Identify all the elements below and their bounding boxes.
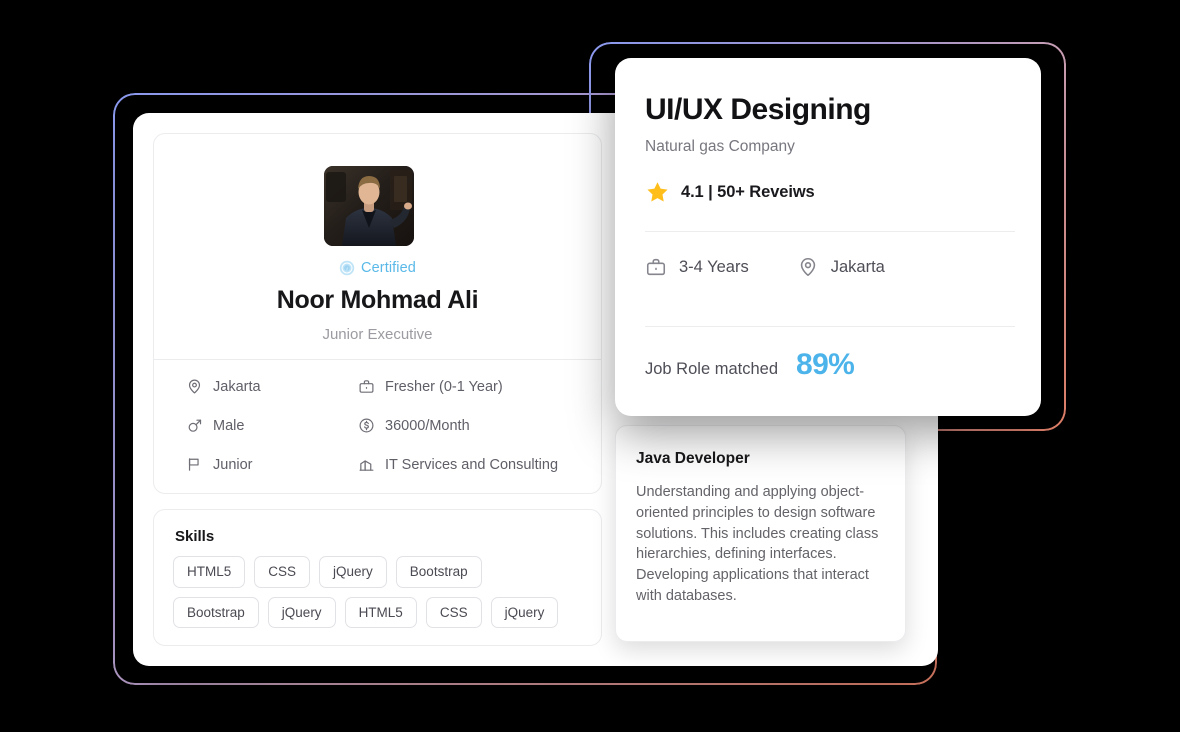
skill-chip[interactable]: jQuery bbox=[490, 596, 559, 629]
location-pin-icon bbox=[188, 379, 201, 394]
skill-chip[interactable]: HTML5 bbox=[344, 596, 417, 629]
detail-experience-value: Fresher (0-1 Year) bbox=[385, 378, 503, 395]
detail-location: Jakarta bbox=[186, 378, 358, 395]
detail-level: Junior bbox=[186, 456, 358, 473]
briefcase-icon bbox=[646, 258, 666, 276]
identity-divider bbox=[154, 359, 601, 360]
skills-panel: Skills HTML5 CSS jQuery Bootstrap Bootst… bbox=[153, 509, 602, 646]
skills-title: Skills bbox=[175, 528, 215, 545]
job-rating-text: 4.1 | 50+ Reveiws bbox=[681, 183, 815, 201]
java-developer-card[interactable]: Java Developer Understanding and applyin… bbox=[615, 425, 906, 642]
skills-list: HTML5 CSS jQuery Bootstrap Bootstrap jQu… bbox=[173, 556, 587, 637]
job-rating: 4.1 | 50+ Reveiws bbox=[645, 180, 815, 205]
certified-label: Certified bbox=[361, 260, 416, 276]
skill-chip[interactable]: HTML5 bbox=[173, 556, 246, 588]
detail-level-value: Junior bbox=[213, 456, 253, 473]
detail-gender-value: Male bbox=[213, 417, 245, 434]
skill-chip[interactable]: Bootstrap bbox=[395, 556, 482, 588]
avatar bbox=[324, 166, 414, 246]
skill-chip[interactable]: Bootstrap bbox=[173, 596, 259, 629]
detail-salary-value: 36000/Month bbox=[385, 417, 470, 434]
certified-badge-icon: i bbox=[339, 260, 355, 276]
job-match-label: Job Role matched bbox=[645, 360, 778, 378]
dollar-circle-icon bbox=[359, 418, 374, 433]
job-location: Jakarta bbox=[797, 256, 885, 278]
job-divider-bottom bbox=[645, 326, 1015, 327]
person-name: Noor Mohmad Ali bbox=[276, 286, 479, 314]
star-icon bbox=[647, 182, 668, 202]
job-match-value: 89% bbox=[796, 348, 855, 381]
detail-salary: 36000/Month bbox=[358, 417, 579, 434]
job-location-value: Jakarta bbox=[830, 257, 885, 276]
skills-row-1: HTML5 CSS jQuery Bootstrap bbox=[173, 556, 587, 588]
screenshot-stage: i Certified Noor Mohmad Ali Junior Execu… bbox=[0, 0, 1180, 732]
java-developer-title: Java Developer bbox=[636, 450, 750, 467]
briefcase-icon bbox=[359, 380, 374, 393]
job-experience: 3-4 Years bbox=[645, 256, 749, 278]
skill-chip[interactable]: jQuery bbox=[319, 556, 387, 588]
flag-icon bbox=[188, 458, 199, 471]
location-pin-icon bbox=[800, 257, 815, 277]
skill-chip[interactable]: CSS bbox=[425, 596, 482, 629]
job-experience-value: 3-4 Years bbox=[679, 257, 749, 276]
java-developer-description: Understanding and applying object-orient… bbox=[636, 484, 879, 604]
job-title: UI/UX Designing bbox=[645, 93, 871, 126]
identity-panel: i Certified Noor Mohmad Ali Junior Execu… bbox=[153, 133, 602, 494]
male-gender-icon bbox=[188, 419, 202, 432]
job-card[interactable]: UI/UX Designing Natural gas Company 4.1 … bbox=[615, 58, 1041, 416]
detail-gender: Male bbox=[186, 417, 358, 434]
detail-industry: IT Services and Consulting bbox=[358, 456, 579, 473]
job-facts: 3-4 Years Jakarta bbox=[645, 256, 885, 278]
skill-chip[interactable]: CSS bbox=[254, 556, 311, 588]
detail-industry-value: IT Services and Consulting bbox=[385, 456, 559, 473]
job-match: Job Role matched 89% bbox=[645, 348, 855, 382]
profile-details-grid: Jakarta Fresher (0-1 Year) Male 36000/Mo… bbox=[186, 378, 579, 473]
certified-badge: i Certified bbox=[154, 260, 601, 276]
skills-row-2: Bootstrap jQuery HTML5 CSS jQuery bbox=[173, 596, 587, 629]
building-icon bbox=[359, 460, 374, 471]
detail-experience: Fresher (0-1 Year) bbox=[358, 378, 579, 395]
job-divider-top bbox=[645, 231, 1015, 232]
skill-chip[interactable]: jQuery bbox=[267, 596, 336, 629]
detail-location-value: Jakarta bbox=[213, 378, 261, 395]
job-company: Natural gas Company bbox=[645, 138, 795, 155]
person-role: Junior Executive bbox=[322, 326, 433, 343]
